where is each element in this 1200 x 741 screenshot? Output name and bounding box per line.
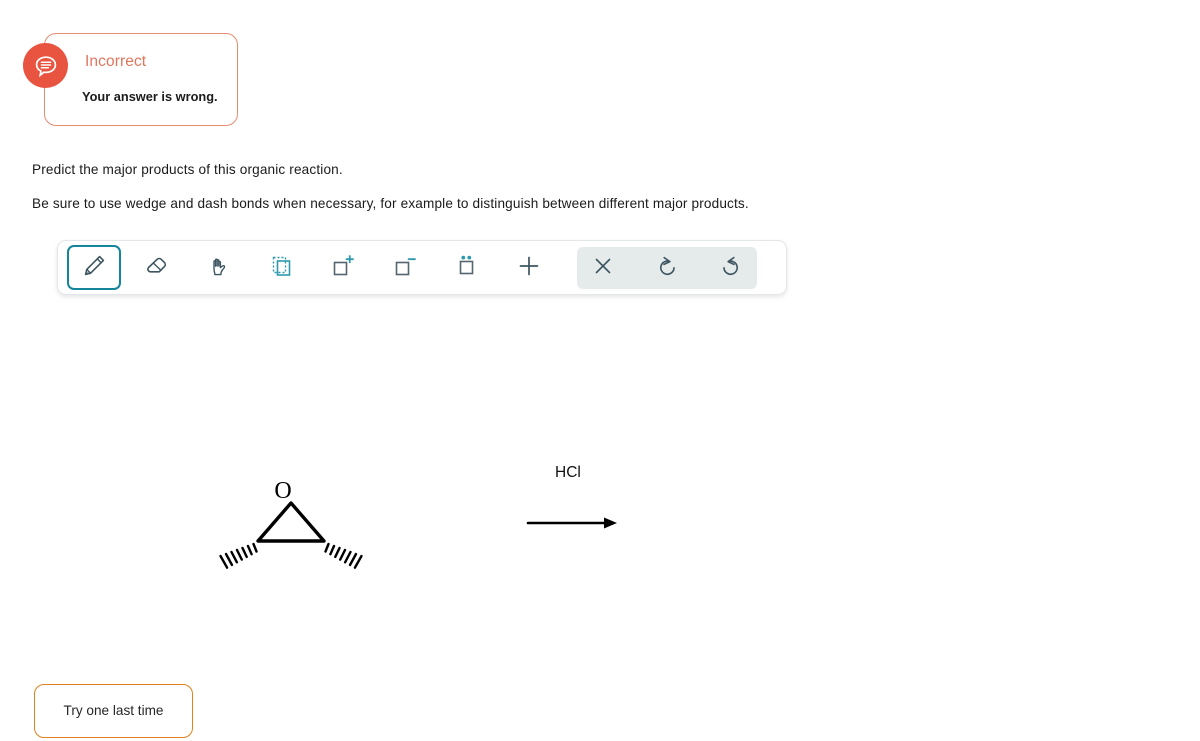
minus-charge-icon [390, 252, 420, 283]
hand-icon [205, 252, 233, 283]
speech-bubble-icon [23, 43, 68, 88]
tool-add[interactable] [503, 246, 555, 289]
tool-lone-pair[interactable] [441, 246, 493, 289]
reaction-arrow-right [526, 517, 617, 529]
drawing-toolbar [57, 240, 787, 295]
tool-negative-charge[interactable] [379, 246, 431, 289]
tool-template[interactable] [255, 246, 307, 289]
tool-positive-charge[interactable] [317, 246, 369, 289]
tool-eraser[interactable] [131, 246, 183, 289]
close-x-icon [591, 254, 615, 281]
pencil-icon [80, 252, 108, 283]
epoxide-reactant-structure [219, 501, 363, 569]
copy-template-icon [267, 252, 295, 283]
try-one-last-time-button[interactable]: Try one last time [34, 684, 193, 738]
plus-charge-icon [328, 252, 358, 283]
undo-icon [655, 254, 679, 281]
atom-label-o-epoxide: O [274, 478, 291, 504]
action-redo[interactable] [709, 248, 753, 288]
reaction-drawing-canvas[interactable]: O HO Cl HO Cl [0, 310, 1200, 670]
action-clear[interactable] [581, 248, 625, 288]
tool-group-actions [577, 246, 757, 289]
lone-pair-icon [453, 252, 481, 283]
feedback-callout: Incorrect Your answer is wrong. [23, 33, 238, 126]
prompt-instruction-primary: Predict the major products of this organ… [32, 162, 343, 177]
tool-move-hand[interactable] [193, 246, 245, 289]
tool-group-primary [58, 245, 555, 290]
atom-label-ho-product-1: HO [789, 669, 824, 670]
feedback-status-title: Incorrect [85, 53, 147, 70]
prompt-instruction-secondary: Be sure to use wedge and dash bonds when… [32, 196, 749, 211]
redo-icon [719, 254, 743, 281]
tool-draw-pencil[interactable] [67, 245, 121, 290]
action-undo[interactable] [645, 248, 689, 288]
plus-icon [515, 252, 543, 283]
eraser-icon [142, 252, 172, 283]
feedback-message: Your answer is wrong. [82, 89, 218, 104]
